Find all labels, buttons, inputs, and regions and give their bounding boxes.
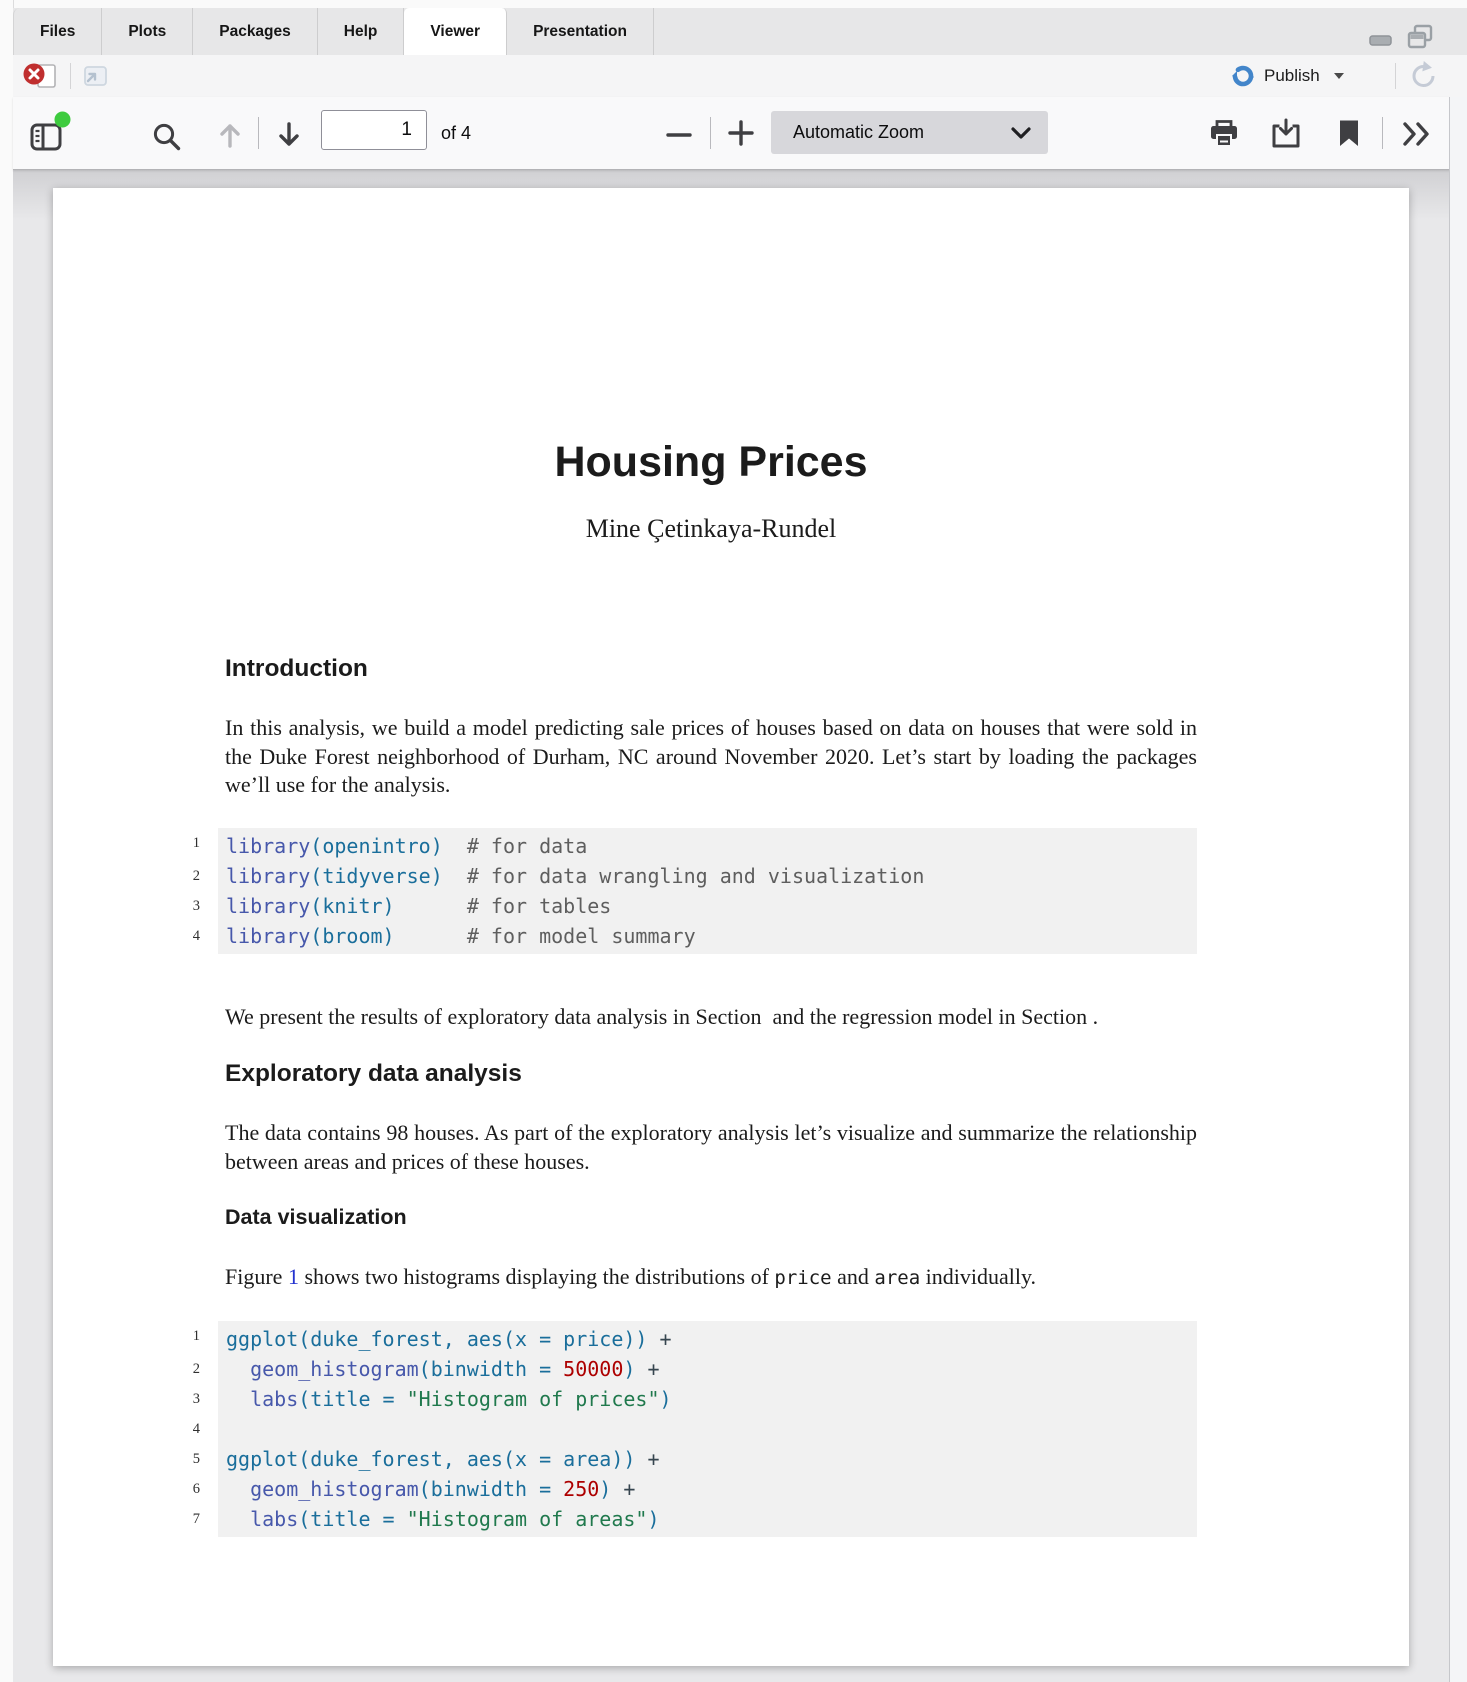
previous-page-button[interactable] bbox=[215, 120, 245, 150]
rstudio-viewer-pane: FilesPlotsPackagesHelpViewerPresentation bbox=[0, 0, 1467, 1682]
doc-paragraph: We present the results of exploratory da… bbox=[225, 1003, 1197, 1032]
tab-presentation[interactable]: Presentation bbox=[507, 8, 654, 55]
green-dot-badge bbox=[54, 111, 71, 128]
pdf-toolbar: of 4 Automatic Zoom bbox=[13, 97, 1450, 170]
publish-button[interactable]: Publish bbox=[1230, 55, 1344, 97]
save-document-button[interactable] bbox=[1270, 118, 1302, 150]
chevron-down-icon bbox=[1011, 127, 1031, 140]
code-line: 4library(broom) # for model summary bbox=[172, 921, 1197, 954]
find-in-document-button[interactable] bbox=[151, 121, 182, 152]
bookmark-icon bbox=[1338, 119, 1360, 148]
zoom-in-button[interactable] bbox=[724, 116, 758, 150]
current-view-button[interactable] bbox=[1338, 119, 1360, 148]
arrow-down-icon bbox=[274, 120, 304, 150]
code-line: 3 labs(title = "Histogram of prices") bbox=[172, 1384, 1197, 1414]
doc-paragraph: In this analysis, we build a model predi… bbox=[225, 714, 1197, 800]
publish-label: Publish bbox=[1264, 66, 1320, 86]
code-line-number: 6 bbox=[172, 1474, 218, 1504]
page-count-label: of 4 bbox=[441, 97, 471, 169]
document-author: Mine Çetinkaya-Rundel bbox=[225, 513, 1197, 545]
pdf-viewport[interactable]: Housing Prices Mine Çetinkaya-Rundel Int… bbox=[13, 170, 1450, 1682]
pdf-page: Housing Prices Mine Çetinkaya-Rundel Int… bbox=[53, 188, 1409, 1666]
code-line: 7 labs(title = "Histogram of areas") bbox=[172, 1504, 1197, 1537]
pop-out-window-button[interactable] bbox=[81, 63, 109, 89]
code-block: 1ggplot(duke_forest, aes(x = price)) +2 … bbox=[172, 1321, 1197, 1537]
code-line-number: 5 bbox=[172, 1444, 218, 1474]
section-heading: Introduction bbox=[225, 654, 1197, 684]
pop-out-icon bbox=[81, 63, 109, 89]
clear-viewer-button[interactable] bbox=[22, 61, 62, 91]
code-line-number: 2 bbox=[172, 1354, 218, 1384]
toolbar-separator bbox=[1395, 63, 1396, 89]
download-icon bbox=[1270, 118, 1302, 150]
toggle-sidebar-button[interactable] bbox=[30, 121, 64, 151]
scrollbar-track[interactable] bbox=[1449, 97, 1467, 1682]
minimize-pane-button[interactable] bbox=[1369, 26, 1393, 48]
doc-paragraph: The data contains 98 houses. As part of … bbox=[225, 1119, 1197, 1176]
next-page-button[interactable] bbox=[274, 120, 304, 150]
more-tools-button[interactable] bbox=[1400, 120, 1434, 148]
minus-icon bbox=[665, 122, 693, 148]
refresh-viewer-button[interactable] bbox=[1408, 60, 1440, 92]
double-chevron-right-icon bbox=[1400, 120, 1434, 148]
code-line-number: 4 bbox=[172, 1414, 218, 1444]
code-line-number: 2 bbox=[172, 861, 218, 891]
pane-tab-bar: FilesPlotsPackagesHelpViewerPresentation bbox=[13, 8, 1467, 56]
code-line-number: 4 bbox=[172, 921, 218, 954]
code-line-number: 1 bbox=[172, 828, 218, 861]
code-line: 6 geom_histogram(binwidth = 250) + bbox=[172, 1474, 1197, 1504]
section-heading: Exploratory data analysis bbox=[225, 1059, 1197, 1089]
code-line: 2library(tidyverse) # for data wrangling… bbox=[172, 861, 1197, 891]
print-button[interactable] bbox=[1208, 119, 1240, 149]
tab-files[interactable]: Files bbox=[13, 8, 102, 55]
tab-packages[interactable]: Packages bbox=[193, 8, 318, 55]
publish-dropdown-caret[interactable] bbox=[1334, 73, 1344, 79]
code-line: 1ggplot(duke_forest, aes(x = price)) + bbox=[172, 1321, 1197, 1354]
section-heading: Data visualization bbox=[225, 1204, 1197, 1230]
doc-paragraph: Figure 1 shows two histograms displaying… bbox=[225, 1263, 1197, 1293]
page-number-input[interactable] bbox=[321, 110, 427, 150]
printer-icon bbox=[1208, 119, 1240, 149]
search-icon bbox=[151, 121, 182, 152]
pane-left-edge bbox=[0, 0, 14, 1682]
code-line: 4 bbox=[172, 1414, 1197, 1444]
plus-icon bbox=[724, 116, 758, 150]
code-line: 2 geom_histogram(binwidth = 50000) + bbox=[172, 1354, 1197, 1384]
code-line: 3library(knitr) # for tables bbox=[172, 891, 1197, 921]
code-line-number: 3 bbox=[172, 891, 218, 921]
document-title: Housing Prices bbox=[225, 437, 1197, 487]
arrow-up-icon bbox=[215, 120, 245, 150]
code-line-number: 3 bbox=[172, 1384, 218, 1414]
toolbar-separator bbox=[1382, 117, 1383, 149]
code-line-number: 7 bbox=[172, 1504, 218, 1537]
figure-reference-link[interactable]: 1 bbox=[288, 1264, 299, 1289]
toolbar-separator bbox=[70, 63, 71, 89]
toolbar-separator bbox=[258, 117, 259, 149]
tab-plots[interactable]: Plots bbox=[102, 8, 193, 55]
maximize-pane-button[interactable] bbox=[1407, 24, 1433, 50]
code-line-number: 1 bbox=[172, 1321, 218, 1354]
window-top-edge bbox=[0, 0, 1467, 8]
code-block: 1library(openintro) # for data2library(t… bbox=[172, 828, 1197, 954]
toolbar-separator bbox=[710, 117, 711, 149]
refresh-icon bbox=[1408, 60, 1440, 92]
zoom-out-button[interactable] bbox=[665, 122, 693, 148]
zoom-selector[interactable]: Automatic Zoom bbox=[771, 111, 1048, 154]
viewer-toolbar: Publish bbox=[13, 55, 1467, 98]
document-body: Introduction In this analysis, we build a… bbox=[225, 654, 1197, 1537]
publish-icon bbox=[1230, 63, 1256, 89]
zoom-selector-label: Automatic Zoom bbox=[793, 111, 924, 154]
code-line: 5ggplot(duke_forest, aes(x = area)) + bbox=[172, 1444, 1197, 1474]
code-line: 1library(openintro) # for data bbox=[172, 828, 1197, 861]
tab-help[interactable]: Help bbox=[318, 8, 405, 55]
tab-viewer[interactable]: Viewer bbox=[404, 8, 507, 56]
